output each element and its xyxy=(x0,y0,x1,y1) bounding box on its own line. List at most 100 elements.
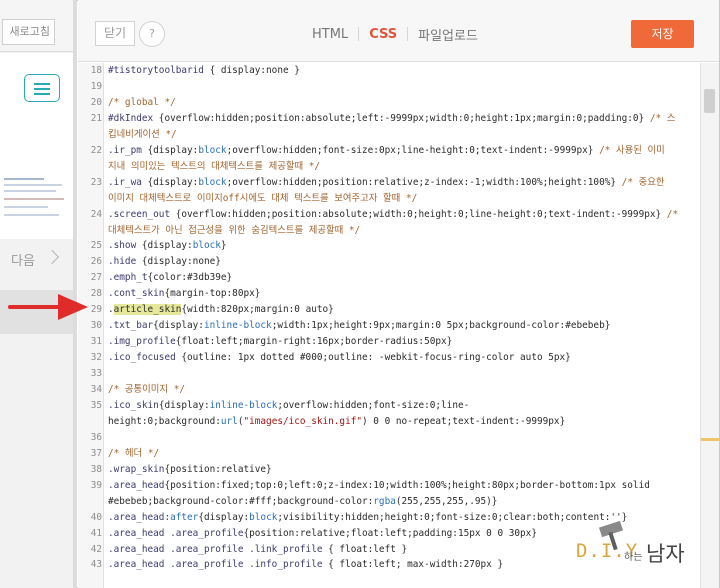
hamburger-menu-button[interactable] xyxy=(24,74,60,102)
code-line[interactable]: height:0;background:url("images/ico_skin… xyxy=(108,414,698,430)
code-line[interactable]: /* 공통이미지 */ xyxy=(108,382,698,398)
code-token: block xyxy=(192,240,221,252)
code-line[interactable]: .hide {display:none} xyxy=(108,254,698,270)
code-token: .area_head xyxy=(108,479,165,491)
code-token: ;overflow:hidden;position:relative;z-ind… xyxy=(226,176,622,188)
code-token: block xyxy=(198,144,227,156)
code-token: {position:relative} xyxy=(164,463,272,475)
editor-scrollbar[interactable] xyxy=(700,63,720,588)
menu-icon-bar xyxy=(34,93,50,95)
line-number-gutter: 18 19 20 21 22 23 24 25 26 27 28 29 30 31 32 33 34 35 36 37… xyxy=(78,63,104,588)
code-line[interactable]: 대체텍스트가 아닌 접근성을 위한 숨김텍스트를 제공할때 */ xyxy=(108,223,698,239)
tab-file-upload[interactable]: 파일업로드 xyxy=(416,25,480,44)
code-line[interactable]: .emph_t{color:#3db39e} xyxy=(108,270,698,286)
code-token: {overflow:hidden;position:absolute;width… xyxy=(170,208,667,220)
line-number: 30 xyxy=(90,320,102,332)
code-line[interactable] xyxy=(108,79,698,95)
code-line[interactable]: .ico_skin{display:inline-block;overflow:… xyxy=(108,398,698,414)
code-token: { float:left; max-width:270px } xyxy=(322,559,504,571)
line-number: 29 xyxy=(90,304,102,316)
code-line[interactable]: .ir_wa {display:block;overflow:hidden;po… xyxy=(108,175,698,191)
code-line[interactable]: #ebebeb;background-color:#fff;background… xyxy=(108,494,698,510)
code-token: #dkIndex xyxy=(108,112,154,124)
save-button[interactable]: 저장 xyxy=(631,20,694,48)
code-token: .emph_t xyxy=(108,272,148,284)
code-token: #tistorytoolbarid xyxy=(108,65,204,76)
css-code-editor[interactable]: 18 19 20 21 22 23 24 25 26 27 28 29 30 31 32 33 34 35 36 37… xyxy=(78,63,700,588)
editor-tabs: HTML CSS 파일업로드 xyxy=(310,24,480,44)
editor-toolbar: 닫기 ? HTML CSS 파일업로드 저장 xyxy=(78,0,719,62)
code-token: .show xyxy=(108,240,137,252)
code-line[interactable]: 이미지 대체텍스트로 이미지off시에도 대체 텍스트를 보여주고자 할때 */ xyxy=(108,191,698,207)
code-token: ;width:1px;height:9px;margin:0 5px;backg… xyxy=(271,320,611,332)
tab-divider xyxy=(407,27,409,41)
next-link[interactable]: 다음 xyxy=(11,250,35,269)
code-line[interactable]: 킵네비게이션 */ xyxy=(108,127,698,143)
line-number: 33 xyxy=(90,368,102,380)
line-number: 26 xyxy=(90,256,102,268)
tab-css[interactable]: CSS xyxy=(367,27,399,42)
chevron-right-icon[interactable] xyxy=(44,249,60,265)
code-line[interactable]: #dkIndex {overflow:hidden;position:absol… xyxy=(108,111,698,127)
code-token: ) 0 0 no-repeat;text-indent:-9999px} xyxy=(362,415,566,427)
selected-preview-row[interactable] xyxy=(0,290,73,334)
code-token: {display: xyxy=(136,240,193,252)
scrollbar-marker xyxy=(701,438,720,441)
code-line[interactable] xyxy=(108,366,698,382)
close-button[interactable]: 닫기 xyxy=(95,21,135,46)
help-button[interactable]: ? xyxy=(139,21,165,47)
code-token: {position:fixed;top:0;left:0;z-index:10;… xyxy=(164,479,650,491)
code-line[interactable]: /* global */ xyxy=(108,95,698,111)
code-token: {display: xyxy=(153,320,204,332)
code-token: ;overflow:hidden;font-size:0;line- xyxy=(277,399,470,411)
menu-icon-bar xyxy=(34,88,50,90)
code-line[interactable]: .article_skin{width:820px;margin:0 auto} xyxy=(108,302,698,318)
scrollbar-thumb[interactable] xyxy=(704,89,715,113)
code-token: .area_head: xyxy=(108,511,171,523)
code-line[interactable]: .img_profile{float:left;margin-right:16p… xyxy=(108,334,698,350)
code-token: .ir_pm xyxy=(108,144,142,156)
code-token: 대체텍스트가 아닌 접근성을 위한 숨김텍스트를 제공할때 */ xyxy=(108,224,361,236)
code-token: .ico_skin xyxy=(108,399,159,411)
code-token: {float:left;margin-right:16px;border-rad… xyxy=(175,336,453,348)
tab-html[interactable]: HTML xyxy=(310,27,350,42)
code-token: .ir_wa xyxy=(108,176,142,188)
code-token: } xyxy=(220,240,227,252)
code-line[interactable]: #tistorytoolbarid { display:none } xyxy=(108,63,698,79)
code-token: {position:relative;float:left;padding:15… xyxy=(243,527,537,539)
code-token: ;overflow:hidden;font-size:0px;line-heig… xyxy=(226,144,600,156)
line-number: 20 xyxy=(90,96,102,108)
highlighted-token: article_skin xyxy=(113,304,182,316)
line-number: 23 xyxy=(90,176,102,188)
line-number: 36 xyxy=(90,431,102,443)
code-token: {display: xyxy=(158,399,210,411)
code-line[interactable]: .wrap_skin{position:relative} xyxy=(108,462,698,478)
code-line[interactable]: .ir_pm {display:block;overflow:hidden;fo… xyxy=(108,143,698,159)
code-line[interactable]: .screen_out {overflow:hidden;position:ab… xyxy=(108,207,698,223)
code-line[interactable]: .cont_skin{margin-top:80px} xyxy=(108,286,698,302)
line-number: 28 xyxy=(90,288,102,300)
left-panel-header: 새로고침 xyxy=(0,0,73,52)
code-token: block xyxy=(198,176,227,188)
tab-divider xyxy=(358,27,360,41)
code-token: /* 공통이미지 */ xyxy=(108,384,185,395)
menu-icon-bar xyxy=(34,83,50,85)
code-token: .screen_out xyxy=(108,208,171,220)
code-token: .area_head .area_profile .link_profile xyxy=(108,543,323,555)
code-line[interactable]: .show {display:block} xyxy=(108,238,698,254)
code-token: {overflow:hidden;position:absolute;left:… xyxy=(153,112,650,124)
code-token: 킵네비게이션 */ xyxy=(108,128,177,140)
code-line[interactable]: .area_head{position:fixed;top:0;left:0;z… xyxy=(108,478,698,494)
code-line[interactable]: 지내 의미있는 텍스트의 대체텍스트를 제공할때 */ xyxy=(108,159,698,175)
reload-button[interactable]: 새로고침 xyxy=(2,19,55,45)
preview-thumbnail xyxy=(4,176,67,228)
line-number: 42 xyxy=(90,543,102,555)
panel-divider[interactable] xyxy=(73,0,77,588)
code-line[interactable]: /* 헤더 */ xyxy=(108,446,698,462)
code-line[interactable] xyxy=(108,430,698,446)
code-line[interactable]: .txt_bar{display:inline-block;width:1px;… xyxy=(108,318,698,334)
code-line[interactable]: .ico_focused {outline: 1px dotted #000;o… xyxy=(108,350,698,366)
watermark-logo: D.I.Y 하는 남자 xyxy=(572,518,712,578)
code-token: .ico_focused xyxy=(108,352,176,364)
code-area[interactable]: #tistorytoolbarid { display:none } /* glo… xyxy=(108,63,698,588)
